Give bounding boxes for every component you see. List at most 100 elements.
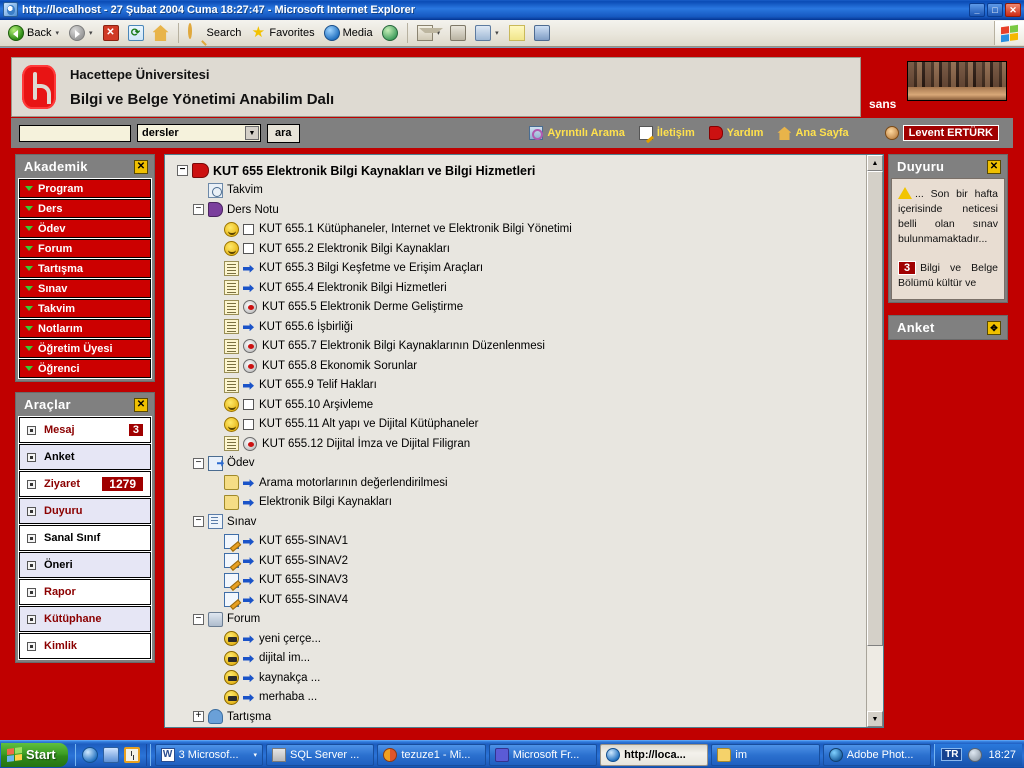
tree-row[interactable]: − Forum <box>171 610 866 630</box>
tool-item-sanal-sınıf[interactable]: Sanal Sınıf <box>19 525 151 551</box>
search-input[interactable] <box>19 124 131 142</box>
tree-row[interactable]: + Tartışma <box>171 707 866 727</box>
messenger-button[interactable] <box>530 22 554 45</box>
tree-expander-icon[interactable]: − <box>193 516 204 528</box>
tree-row[interactable]: KUT 655.12 Dijital İmza ve Dijital Filig… <box>171 434 866 454</box>
scroll-down-icon[interactable]: ▼ <box>867 711 883 727</box>
notes-button[interactable] <box>505 22 529 45</box>
tree-row[interactable]: KUT 655.10 Arşivleme <box>171 395 866 415</box>
tree-row[interactable]: KUT 655-SINAV3 <box>171 571 866 591</box>
search-button[interactable]: Search <box>184 22 246 45</box>
announcement-close-icon[interactable]: ✕ <box>987 159 1001 174</box>
minimize-button[interactable]: _ <box>969 2 985 17</box>
link-detailed-search[interactable]: Ayrıntılı Arama <box>529 126 625 140</box>
taskbar-task[interactable]: http://loca... <box>600 743 709 766</box>
sidebar-item-öğretim-üyesi[interactable]: Öğretim Üyesi <box>19 339 151 358</box>
sidebar-item-notlarım[interactable]: Notlarım <box>19 319 151 338</box>
tree-expander-icon[interactable]: + <box>193 711 204 723</box>
link-help[interactable]: Yardım <box>708 126 763 140</box>
tree-row[interactable]: yeni çerçe... <box>171 629 866 649</box>
tool-item-rapor[interactable]: Rapor <box>19 579 151 605</box>
refresh-button[interactable]: ⟳ <box>124 22 148 45</box>
home-button[interactable] <box>149 22 173 45</box>
tree-scrollbar[interactable]: ▲ ▼ <box>866 155 883 727</box>
tree-expander-icon[interactable]: − <box>177 165 188 177</box>
tree-row[interactable]: − KUT 655 Elektronik Bilgi Kaynakları ve … <box>171 161 866 181</box>
sidebar-item-program[interactable]: Program <box>19 179 151 198</box>
link-home[interactable]: Ana Sayfa <box>777 126 849 140</box>
tree-checkbox[interactable] <box>243 399 254 411</box>
outlook-icon[interactable] <box>102 746 119 763</box>
tree-row[interactable]: KUT 655.6 İşbirliği <box>171 317 866 337</box>
current-user[interactable]: Levent ERTÜRK <box>884 125 999 141</box>
tool-item-duyuru[interactable]: Duyuru <box>19 498 151 524</box>
tree-row[interactable]: merhaba ... <box>171 688 866 708</box>
tree-row[interactable]: KUT 655.4 Elektronik Bilgi Hizmetleri <box>171 278 866 298</box>
tray-clock[interactable]: 18:27 <box>988 749 1016 761</box>
close-button[interactable]: ✕ <box>1005 2 1021 17</box>
tree-row[interactable]: KUT 655.11 Alt yapı ve Dijital Kütüphane… <box>171 415 866 435</box>
search-scope-select[interactable]: dersler ▼ <box>137 124 261 142</box>
sidebar-item-sınav[interactable]: Sınav <box>19 279 151 298</box>
back-button[interactable]: Back ▾ <box>4 22 64 45</box>
sidebar-item-öğrenci[interactable]: Öğrenci <box>19 359 151 378</box>
sidebar-item-takvim[interactable]: Takvim <box>19 299 151 318</box>
tools-panel-close-icon[interactable]: ✕ <box>134 397 148 412</box>
edit-caret-icon[interactable]: ▾ <box>494 29 500 37</box>
ie-icon[interactable] <box>81 746 98 763</box>
tree-row[interactable]: − Ödev <box>171 454 866 474</box>
tool-item-mesaj[interactable]: Mesaj 3 <box>19 417 151 443</box>
tree-row[interactable]: Arama motorlarının değerlendirilmesi <box>171 473 866 493</box>
tray-volume-icon[interactable] <box>968 747 983 762</box>
tree-row[interactable]: − Ders Notu <box>171 200 866 220</box>
tool-item-kütüphane[interactable]: Kütüphane <box>19 606 151 632</box>
task-caret-icon[interactable]: ▾ <box>253 751 257 759</box>
tree-checkbox[interactable] <box>243 243 254 255</box>
tree-expander-icon[interactable]: − <box>193 457 204 469</box>
sidebar-item-ödev[interactable]: Ödev <box>19 219 151 238</box>
chevron-down-icon[interactable]: ▼ <box>245 126 259 140</box>
edit-button[interactable]: ▾ <box>471 22 504 45</box>
maximize-button[interactable]: □ <box>987 2 1003 17</box>
tree-row[interactable]: KUT 655.9 Telif Hakları <box>171 376 866 396</box>
taskbar-task[interactable]: Adobe Phot... <box>822 743 932 766</box>
print-button[interactable] <box>446 22 470 45</box>
forward-button[interactable]: ▾ <box>65 22 98 45</box>
tree-row[interactable]: KUT 655.3 Bilgi Keşfetme ve Erişim Araçl… <box>171 259 866 279</box>
tree-row[interactable]: KUT 655-SINAV2 <box>171 551 866 571</box>
mail-button[interactable]: ▾ <box>413 22 446 45</box>
taskbar-task[interactable]: tezuze1 - Mi... <box>377 743 486 766</box>
tree-row[interactable]: KUT 655.8 Ekonomik Sorunlar <box>171 356 866 376</box>
tree-row[interactable]: KUT 655.7 Elektronik Bilgi Kaynaklarının… <box>171 337 866 357</box>
tree-row[interactable]: − Sınav <box>171 512 866 532</box>
tree-row[interactable]: Elektronik Bilgi Kaynakları <box>171 493 866 513</box>
start-button[interactable]: Start <box>1 742 68 767</box>
tree-row[interactable]: KUT 655.5 Elektronik Derme Geliştirme <box>171 298 866 318</box>
taskbar-task[interactable]: W3 Microsof... ▾ <box>154 743 263 766</box>
media-button[interactable]: Media <box>320 22 377 45</box>
tree-expander-icon[interactable]: − <box>193 613 204 625</box>
search-submit-button[interactable]: ara <box>267 123 300 143</box>
tree-checkbox[interactable] <box>243 223 254 235</box>
taskbar-task[interactable]: SQL Server ... <box>265 743 375 766</box>
academic-panel-close-icon[interactable]: ✕ <box>134 159 148 174</box>
sidebar-item-tartışma[interactable]: Tartışma <box>19 259 151 278</box>
tree-row[interactable]: dijital im... <box>171 649 866 669</box>
favorites-button[interactable]: ★ Favorites <box>246 22 318 45</box>
back-dropdown-caret-icon[interactable]: ▾ <box>54 29 60 37</box>
clock-icon[interactable] <box>123 746 140 763</box>
stop-button[interactable]: ✕ <box>99 22 123 45</box>
tree-row[interactable]: KUT 655.2 Elektronik Bilgi Kaynakları <box>171 239 866 259</box>
tree-checkbox[interactable] <box>243 418 254 430</box>
tree-expander-icon[interactable]: − <box>193 204 204 216</box>
course-tree[interactable]: − KUT 655 Elektronik Bilgi Kaynakları ve … <box>165 155 866 727</box>
tree-scroll-track[interactable] <box>867 171 883 711</box>
windows-logo-button[interactable] <box>994 21 1024 45</box>
tree-row[interactable]: KUT 655-SINAV4 <box>171 590 866 610</box>
tree-row[interactable]: Takvim <box>171 181 866 201</box>
tree-row[interactable]: KUT 655-SINAV1 <box>171 532 866 552</box>
tree-scroll-thumb[interactable] <box>867 171 883 647</box>
history-button[interactable] <box>378 22 402 45</box>
forward-dropdown-caret-icon[interactable]: ▾ <box>88 29 94 37</box>
taskbar-task[interactable]: im <box>711 743 820 766</box>
